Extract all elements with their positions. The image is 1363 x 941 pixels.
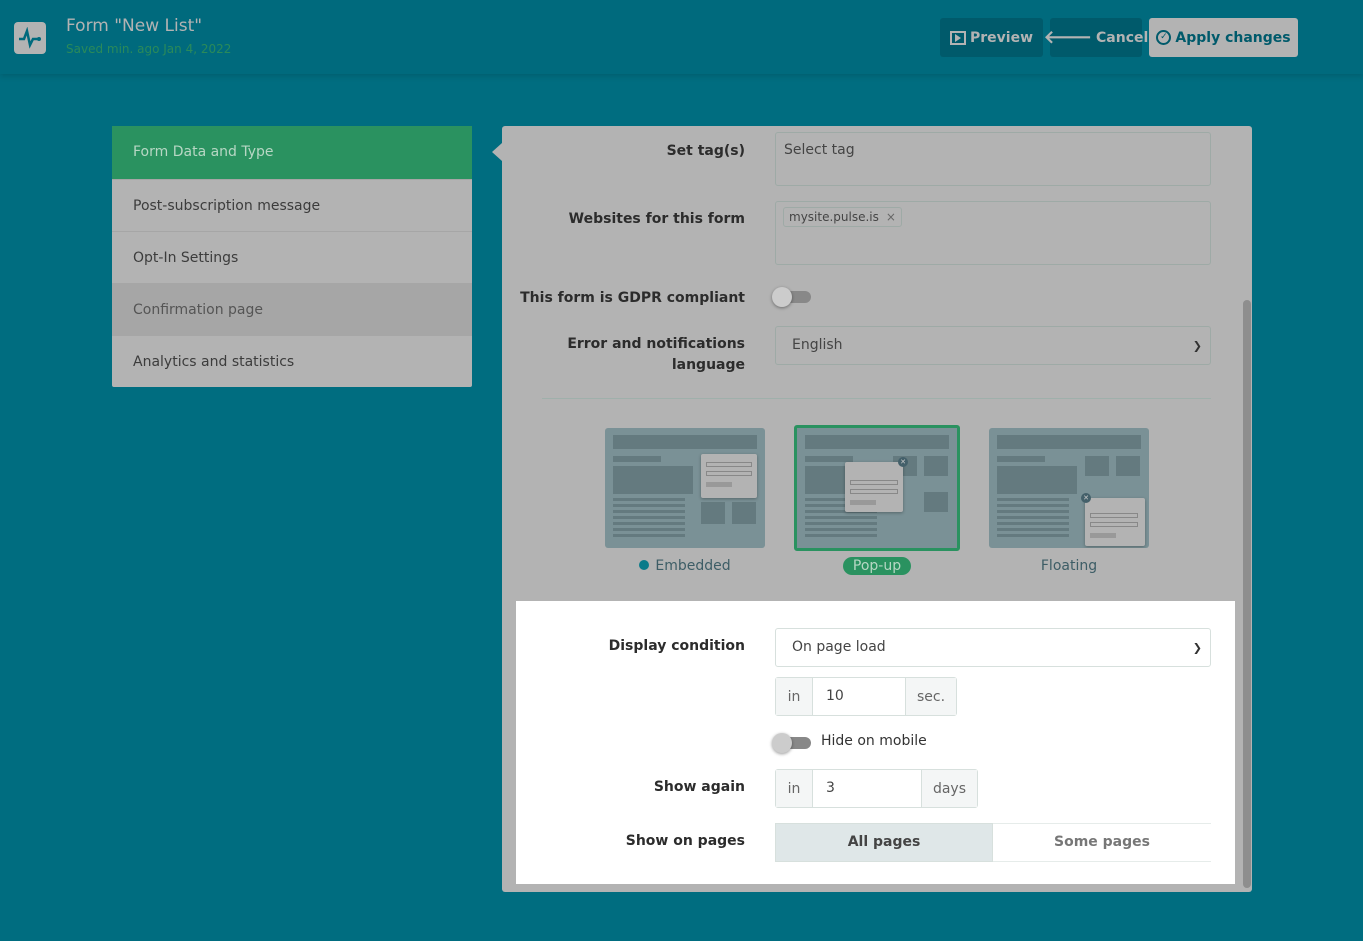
divider [542, 398, 1211, 399]
type-floating-label[interactable]: Floating [989, 558, 1149, 574]
preview-button[interactable]: Preview [940, 18, 1043, 57]
type-floating-thumb[interactable]: ✕ [989, 428, 1149, 548]
gdpr-toggle[interactable] [772, 287, 811, 307]
hide-mobile-label: Hide on mobile [821, 733, 927, 749]
websites-input[interactable]: mysite.pulse.is × [775, 201, 1211, 265]
radio-dot-icon [639, 560, 650, 570]
all-pages-tab[interactable]: All pages [775, 823, 993, 862]
pulse-logo-icon [14, 22, 46, 54]
language-label: Error and notifications language [567, 336, 745, 373]
show-on-pages-label: Show on pages [625, 833, 745, 849]
show-again-input[interactable]: 3 [826, 780, 835, 796]
sidebar-item-form-data[interactable]: Form Data and Type [112, 126, 472, 179]
delay-input-group: in 10 sec. [775, 677, 957, 716]
sidebar-item-analytics[interactable]: Analytics and statistics [112, 335, 472, 387]
type-popup-thumb[interactable]: ✕ [794, 425, 960, 551]
delay-input[interactable]: 10 [826, 688, 844, 704]
form-title: Form "New List" [66, 16, 203, 36]
remove-chip-icon[interactable]: × [886, 210, 896, 224]
chevron-down-icon: ❯ [1192, 641, 1202, 654]
check-circle-icon: ✓ [1156, 30, 1172, 45]
panel-pointer [492, 143, 502, 161]
saved-status: Saved min. ago Jan 4, 2022 [66, 42, 232, 56]
tags-label: Set tag(s) [666, 143, 745, 159]
sidebar-item-post-subscription[interactable]: Post-subscription message [112, 179, 472, 231]
type-popup-label[interactable]: Pop-up [794, 557, 960, 575]
type-embedded-label[interactable]: Embedded [605, 558, 765, 574]
gdpr-label: This form is GDPR compliant [520, 290, 745, 306]
close-icon: ✕ [1081, 493, 1091, 503]
preview-icon [949, 30, 966, 45]
scrollbar[interactable] [1243, 300, 1251, 888]
settings-sidebar: Form Data and Type Post-subscription mes… [112, 126, 472, 387]
chevron-down-icon: ❯ [1192, 339, 1202, 352]
tags-input[interactable]: Select tag [775, 132, 1211, 186]
apply-changes-button[interactable]: ✓ Apply changes [1149, 18, 1298, 57]
language-select[interactable]: English ❯ [775, 326, 1211, 365]
show-again-label: Show again [653, 779, 745, 795]
top-bar: Form "New List" Saved min. ago Jan 4, 20… [0, 0, 1363, 74]
type-embedded-thumb[interactable] [605, 428, 765, 548]
settings-panel: Set tag(s) Select tag Websites for this … [502, 126, 1252, 892]
arrow-left-icon: 🡐 [1043, 27, 1092, 48]
show-again-input-group: in 3 days [775, 769, 978, 808]
sidebar-item-opt-in[interactable]: Opt-In Settings [112, 231, 472, 283]
cancel-button[interactable]: 🡐 Cancel [1044, 18, 1148, 57]
sidebar-item-confirmation[interactable]: Confirmation page [112, 283, 472, 335]
websites-label: Websites for this form [568, 211, 745, 227]
display-condition-select[interactable]: On page load ❯ [775, 628, 1211, 667]
close-icon: ✕ [898, 457, 908, 467]
display-settings-section: Display condition On page load ❯ in 10 se… [516, 601, 1235, 884]
website-chip: mysite.pulse.is × [783, 207, 902, 227]
display-condition-label: Display condition [608, 638, 745, 654]
some-pages-tab[interactable]: Some pages [993, 823, 1211, 862]
hide-mobile-toggle[interactable] [772, 733, 811, 753]
